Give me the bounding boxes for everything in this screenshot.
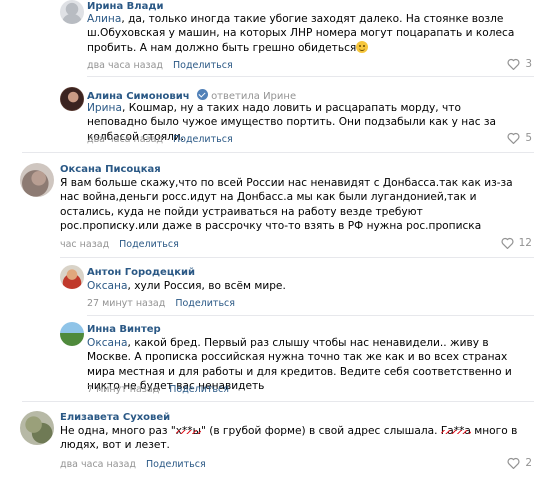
- comment-meta: 7 минут назад Поделиться: [87, 384, 229, 395]
- like-count: 12: [518, 237, 532, 249]
- share-link[interactable]: Поделиться: [175, 298, 235, 309]
- comment-time[interactable]: 27 минут назад: [87, 298, 165, 309]
- comment-time[interactable]: два часа назад: [60, 459, 136, 470]
- share-link[interactable]: Поделиться: [119, 239, 179, 250]
- verified-icon: [197, 89, 209, 100]
- mention-link[interactable]: Оксана: [87, 337, 127, 349]
- divider: [22, 152, 534, 153]
- comment-author[interactable]: Елизавета Суховей: [60, 412, 170, 423]
- mention-link[interactable]: Ирина: [87, 102, 122, 114]
- heart-icon: [507, 58, 520, 70]
- divider: [87, 76, 534, 77]
- comment-meta: два часа назад Поделиться: [87, 134, 233, 145]
- comment-meta: два часа назад Поделиться: [60, 459, 206, 470]
- like-button[interactable]: 2: [507, 457, 532, 469]
- mention-link[interactable]: Оксана: [87, 280, 127, 292]
- avatar[interactable]: [60, 322, 84, 346]
- like-count: 2: [525, 457, 532, 469]
- like-button[interactable]: 5: [507, 132, 532, 144]
- comment-time[interactable]: два часа назад: [87, 134, 163, 145]
- share-link[interactable]: Поделиться: [173, 134, 233, 145]
- comment-text: Я вам больше скажу,что по всей России на…: [60, 177, 513, 233]
- avatar[interactable]: [20, 411, 54, 445]
- comment-time[interactable]: 7 минут назад: [87, 384, 159, 395]
- comment-time[interactable]: час назад: [60, 239, 109, 250]
- heart-icon: [507, 457, 520, 469]
- divider: [87, 315, 534, 316]
- comment-text: Алина, да, только иногда такие убогие за…: [87, 13, 515, 54]
- comment-meta: 27 минут назад Поделиться: [87, 298, 235, 309]
- censored-word: Га**а: [440, 425, 471, 437]
- comment-text: Не одна, много раз "х**ы" (в грубой форм…: [60, 425, 518, 452]
- avatar[interactable]: [60, 0, 84, 24]
- avatar[interactable]: [60, 87, 84, 111]
- comment-text: Оксана, хули Россия, во всём мире.: [87, 280, 286, 292]
- share-link[interactable]: Поделиться: [146, 459, 206, 470]
- divider: [60, 257, 534, 258]
- like-count: 5: [525, 132, 532, 144]
- like-button[interactable]: 3: [507, 58, 532, 70]
- divider: [22, 401, 534, 402]
- avatar[interactable]: [20, 163, 54, 197]
- share-link[interactable]: Поделиться: [169, 384, 229, 395]
- comment-meta: два часа назад Поделиться: [87, 60, 233, 71]
- comment-author[interactable]: Ирина Влади: [87, 1, 163, 12]
- heart-icon: [501, 237, 514, 249]
- comment-author[interactable]: Оксана Писоцкая: [60, 164, 161, 175]
- like-button[interactable]: 12: [501, 237, 532, 249]
- share-link[interactable]: Поделиться: [173, 60, 233, 71]
- comment-author[interactable]: Инна Винтер: [87, 324, 161, 335]
- avatar[interactable]: [60, 265, 84, 289]
- like-count: 3: [525, 58, 532, 70]
- comment-time[interactable]: два часа назад: [87, 60, 163, 71]
- heart-icon: [507, 132, 520, 144]
- comment-meta: час назад Поделиться: [60, 239, 179, 250]
- comment-author[interactable]: Антон Городецкий: [87, 267, 195, 278]
- smile-emoji-icon: [356, 40, 369, 53]
- censored-word: х**ы: [175, 425, 201, 437]
- mention-link[interactable]: Алина: [87, 13, 121, 25]
